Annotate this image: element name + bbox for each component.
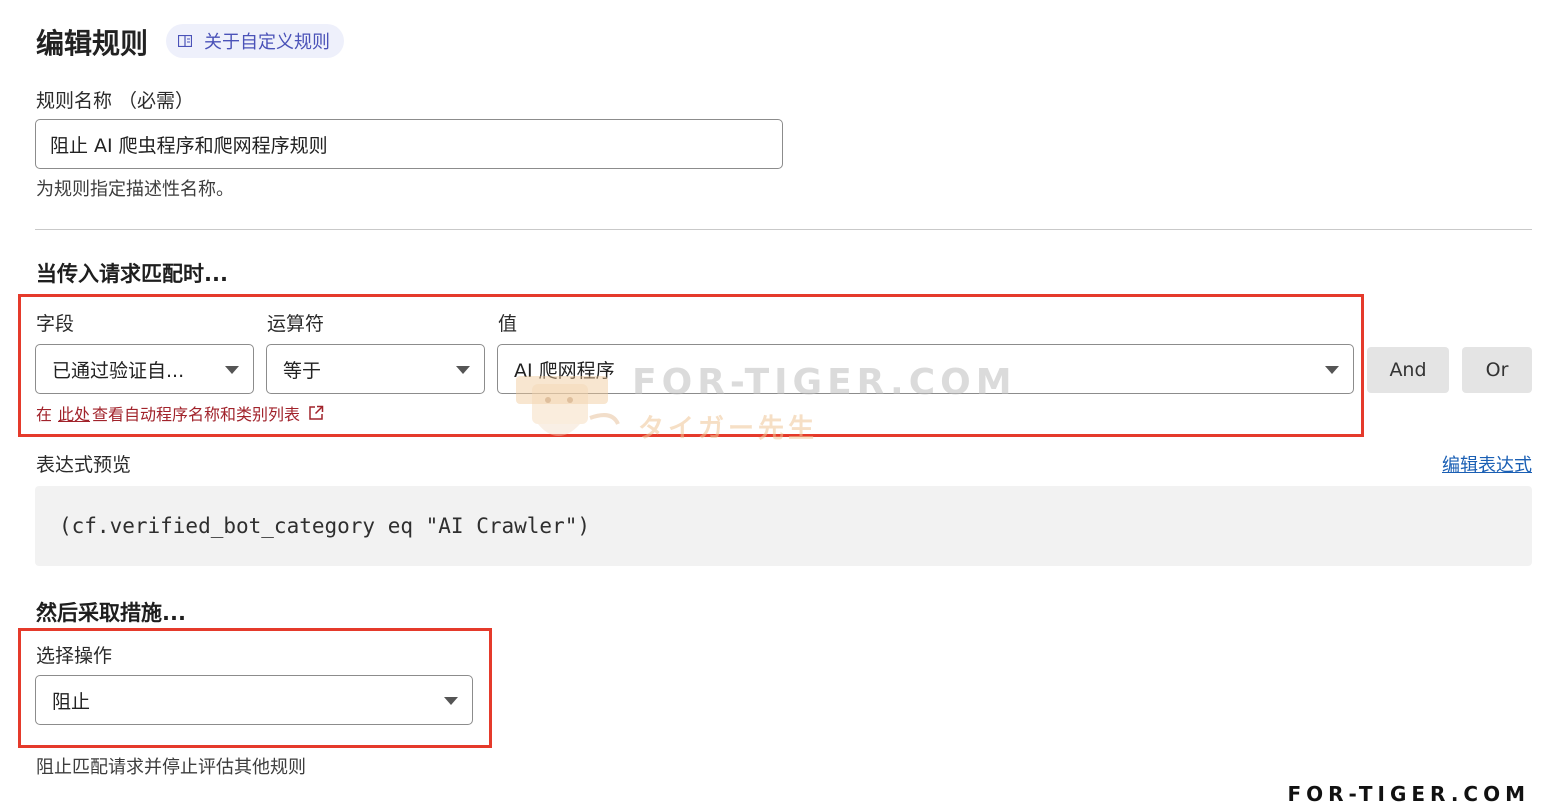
- caret-down-icon: [444, 697, 458, 705]
- operator-label: 运算符: [267, 313, 325, 335]
- operator-select[interactable]: 等于: [266, 344, 485, 394]
- watermark-subtext: タイガー先生: [638, 414, 819, 444]
- or-button[interactable]: Or: [1462, 347, 1532, 393]
- rule-name-input[interactable]: 阻止 AI 爬虫程序和爬网程序规则: [35, 119, 783, 169]
- section-divider: [35, 229, 1532, 230]
- action-heading: 然后采取措施...: [36, 601, 186, 625]
- hint-suffix: 查看自动程序名称和类别列表: [92, 405, 301, 424]
- edit-expression-link[interactable]: 编辑表达式: [1442, 451, 1532, 477]
- value-label: 值: [498, 313, 518, 335]
- field-select-value: 已通过验证自...: [52, 359, 185, 382]
- docs-link-label: 关于自定义规则: [204, 32, 330, 53]
- docs-link[interactable]: 关于自定义规则: [166, 24, 344, 58]
- watermark-text: FOR-TIGER.COM: [632, 362, 1017, 403]
- action-select[interactable]: 阻止: [35, 675, 473, 725]
- page-title: 编辑规则: [36, 27, 149, 60]
- match-heading: 当传入请求匹配时...: [36, 262, 228, 286]
- hint-prefix: 在: [36, 405, 53, 424]
- action-helper: 阻止匹配请求并停止评估其他规则: [36, 757, 306, 778]
- operator-select-value: 等于: [283, 359, 322, 382]
- book-icon: [178, 35, 192, 47]
- caret-down-icon: [1325, 366, 1339, 374]
- expression-preview-label: 表达式预览: [36, 454, 132, 476]
- rule-name-label: 规则名称 （必需）: [36, 90, 195, 112]
- rule-name-helper: 为规则指定描述性名称。: [36, 179, 234, 200]
- caret-down-icon: [456, 366, 470, 374]
- bot-list-link[interactable]: 此处: [58, 401, 90, 425]
- field-label: 字段: [36, 313, 75, 335]
- external-link-icon[interactable]: [308, 405, 324, 421]
- expression-preview: (cf.verified_bot_category eq "AI Crawler…: [35, 486, 1532, 566]
- tiger-mascot-icon: [516, 376, 620, 436]
- and-button[interactable]: And: [1367, 347, 1449, 393]
- action-select-value: 阻止: [52, 690, 91, 713]
- action-label: 选择操作: [36, 645, 113, 667]
- field-select[interactable]: 已通过验证自...: [35, 344, 254, 394]
- caret-down-icon: [225, 366, 239, 374]
- corner-watermark: FOR-TIGER.COM: [1287, 782, 1530, 806]
- bot-list-hint: 在 此处 查看自动程序名称和类别列表: [36, 401, 324, 425]
